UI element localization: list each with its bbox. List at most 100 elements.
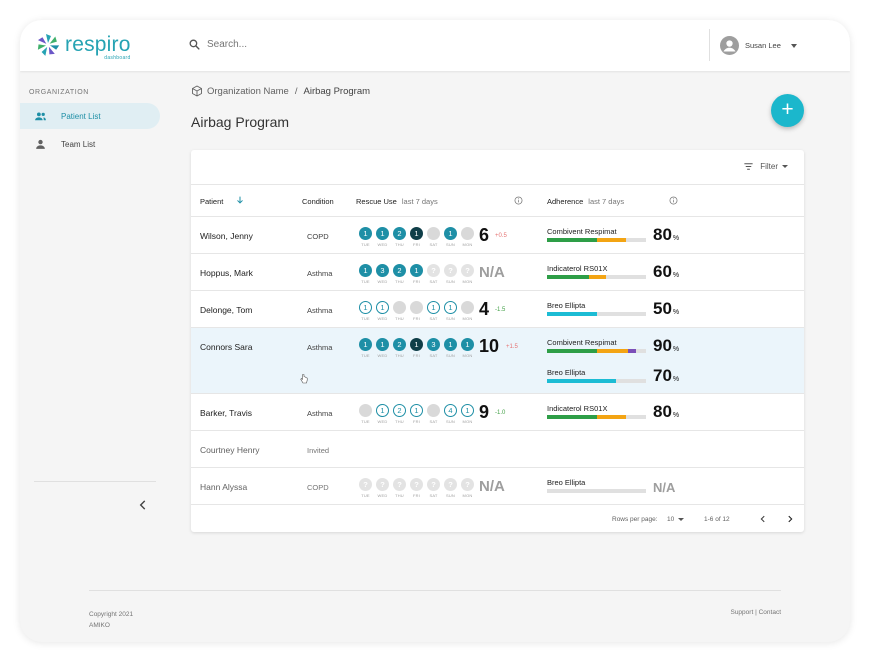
rescue-day: 3 SAT bbox=[425, 338, 442, 358]
sort-arrow-down-icon[interactable] bbox=[235, 195, 245, 205]
rescue-day: 3 WED bbox=[374, 264, 391, 284]
col-header-condition[interactable]: Condition bbox=[302, 197, 334, 206]
sidebar-item-patient-list[interactable]: Patient List bbox=[20, 103, 160, 129]
adherence-bar-segment bbox=[597, 415, 627, 419]
copyright-text: Copyright 2021 bbox=[89, 611, 134, 618]
rescue-count-badge: 1 bbox=[359, 227, 372, 240]
table-row[interactable]: Hann Alyssa COPD? TUE? WED? THU? FRI? SAT? SUN?… bbox=[191, 468, 804, 505]
medication-name: Indicaterol RS01X bbox=[547, 264, 608, 273]
col-header-patient[interactable]: Patient bbox=[200, 197, 223, 206]
day-label: TUE bbox=[361, 316, 370, 321]
rescue-use-days: 1 TUE 1 WED THU FRI 1 SAT 1 SUN MON bbox=[357, 301, 476, 321]
day-label: MON bbox=[462, 493, 473, 498]
patient-name[interactable]: Courtney Henry bbox=[200, 445, 260, 455]
rescue-day: ? THU bbox=[391, 478, 408, 498]
rescue-use-days: 1 TUE 1 WED 2 THU 1 FRI 3 SAT 1 SUN 1 MON bbox=[357, 338, 476, 358]
patient-name[interactable]: Barker, Travis bbox=[200, 408, 252, 418]
medication-adherence: Indicaterol RS01X bbox=[547, 404, 646, 419]
rescue-day: 1 TUE bbox=[357, 227, 374, 247]
user-menu[interactable]: Susan Lee bbox=[720, 36, 797, 55]
rescue-day: ? FRI bbox=[408, 478, 425, 498]
filter-label: Filter bbox=[760, 162, 778, 171]
rescue-day: 1 WED bbox=[374, 404, 391, 424]
rescue-total: 4 bbox=[479, 299, 490, 319]
filter-button[interactable]: Filter bbox=[743, 161, 788, 172]
search-input[interactable] bbox=[207, 39, 407, 50]
adherence-percent: 90% bbox=[653, 336, 679, 356]
medication-adherence: Combivent Respimat bbox=[547, 227, 646, 242]
day-label: WED bbox=[377, 316, 388, 321]
patient-name[interactable]: Hann Alyssa bbox=[200, 482, 247, 492]
patient-name[interactable]: Connors Sara bbox=[200, 342, 252, 352]
breadcrumb-org-link[interactable]: Organization Name bbox=[207, 86, 289, 97]
rescue-day: 1 FRI bbox=[408, 338, 425, 358]
table-row[interactable]: Wilson, Jenny COPD 1 TUE 1 WED 2 THU 1 FRI SAT 1 SUN… bbox=[191, 217, 804, 254]
patient-condition: Asthma bbox=[307, 306, 333, 315]
collapse-sidebar-chevron-left-icon[interactable] bbox=[136, 498, 150, 512]
medication-adherence: Breo Ellipta bbox=[547, 301, 646, 316]
adherence-percent: 80% bbox=[653, 225, 679, 245]
rows-per-page-select[interactable]: 10 bbox=[667, 516, 685, 523]
rescue-count-badge: 1 bbox=[359, 338, 372, 351]
patient-name[interactable]: Delonge, Tom bbox=[200, 305, 252, 315]
rescue-day: 2 THU bbox=[391, 227, 408, 247]
rescue-count-badge: 2 bbox=[393, 227, 406, 240]
adherence-period: last 7 days bbox=[588, 197, 625, 206]
rescue-count-badge: 1 bbox=[444, 227, 457, 240]
rescue-count-badge: 2 bbox=[393, 338, 406, 351]
rescue-use-days: ? TUE? WED? THU? FRI? SAT? SUN? MON bbox=[357, 478, 476, 498]
rescue-count-badge: ? bbox=[461, 264, 474, 277]
rescue-day: 1 FRI bbox=[408, 227, 425, 247]
col-header-adherence[interactable]: Adherence last 7 days bbox=[547, 197, 624, 206]
day-label: SUN bbox=[445, 279, 456, 284]
medication-adherence: Breo Ellipta bbox=[547, 478, 646, 493]
table-row[interactable]: Barker, Travis Asthma TUE 1 WED 2 THU 1 FRI SAT 4 S… bbox=[191, 394, 804, 431]
table-row[interactable]: Courtney Henry Invited bbox=[191, 431, 804, 468]
rows-per-page-value: 10 bbox=[667, 516, 675, 523]
percent-sign: % bbox=[672, 272, 680, 279]
percent-sign: % bbox=[672, 309, 680, 316]
rescue-day: 1 TUE bbox=[357, 264, 374, 284]
patient-name[interactable]: Wilson, Jenny bbox=[200, 231, 253, 241]
rescue-count-badge bbox=[461, 227, 474, 240]
rescue-count-badge: 1 bbox=[410, 404, 423, 417]
chevron-down-icon bbox=[790, 43, 797, 48]
add-patient-button[interactable]: + bbox=[771, 94, 804, 127]
patient-condition: Asthma bbox=[307, 269, 333, 278]
adherence-percent-value: N/A bbox=[653, 480, 676, 495]
footer-links: Support | Contact bbox=[730, 609, 781, 616]
day-label: SUN bbox=[445, 316, 456, 321]
info-icon[interactable] bbox=[669, 196, 678, 205]
rescue-count-badge bbox=[461, 301, 474, 314]
rescue-count-badge: 3 bbox=[427, 338, 440, 351]
info-icon[interactable] bbox=[514, 196, 523, 205]
rescue-count-badge: 1 bbox=[461, 338, 474, 351]
percent-sign: % bbox=[672, 346, 680, 353]
adherence-bar-segment bbox=[547, 415, 598, 419]
patient-name[interactable]: Hoppus, Mark bbox=[200, 268, 253, 278]
rescue-day: 1 SUN bbox=[442, 338, 459, 358]
support-link[interactable]: Support bbox=[730, 609, 753, 616]
adherence-bar-segment bbox=[628, 349, 637, 353]
rescue-count-badge: 1 bbox=[444, 301, 457, 314]
brand-logo[interactable]: respiro dashboard bbox=[35, 32, 131, 61]
medication-name: Indicaterol RS01X bbox=[547, 404, 608, 413]
adherence-percent: 60% bbox=[653, 262, 679, 282]
day-label: WED bbox=[377, 353, 388, 358]
rescue-count-badge bbox=[393, 301, 406, 314]
adherence-percent: 70% bbox=[653, 366, 679, 386]
rescue-day: ? WED bbox=[374, 478, 391, 498]
previous-page-chevron-left-icon[interactable] bbox=[758, 514, 768, 524]
rescue-count-badge: ? bbox=[410, 478, 423, 491]
day-label: FRI bbox=[412, 279, 421, 284]
table-row[interactable]: Hoppus, Mark Asthma 1 TUE 3 WED 2 THU 1 FRI? SAT? S… bbox=[191, 254, 804, 291]
contact-link[interactable]: Contact bbox=[759, 609, 781, 616]
day-label: FRI bbox=[412, 419, 421, 424]
next-page-chevron-right-icon[interactable] bbox=[785, 514, 795, 524]
rescue-count-badge: 1 bbox=[376, 227, 389, 240]
col-header-rescue-use[interactable]: Rescue Use last 7 days bbox=[356, 197, 438, 206]
sidebar-item-team-list[interactable]: Team List bbox=[20, 131, 160, 157]
table-row[interactable]: Delonge, Tom Asthma 1 TUE 1 WED THU FRI 1 SAT 1 SUN… bbox=[191, 291, 804, 328]
table-row[interactable]: Connors Sara Asthma 1 TUE 1 WED 2 THU 1 FRI 3 SAT 1 S… bbox=[191, 328, 804, 394]
day-label: SUN bbox=[445, 493, 456, 498]
